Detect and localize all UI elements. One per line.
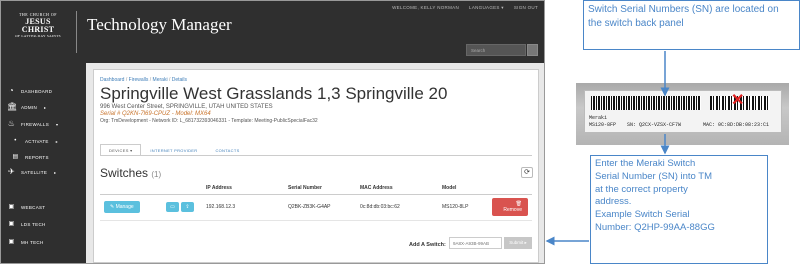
callout-arrows — [545, 51, 670, 246]
